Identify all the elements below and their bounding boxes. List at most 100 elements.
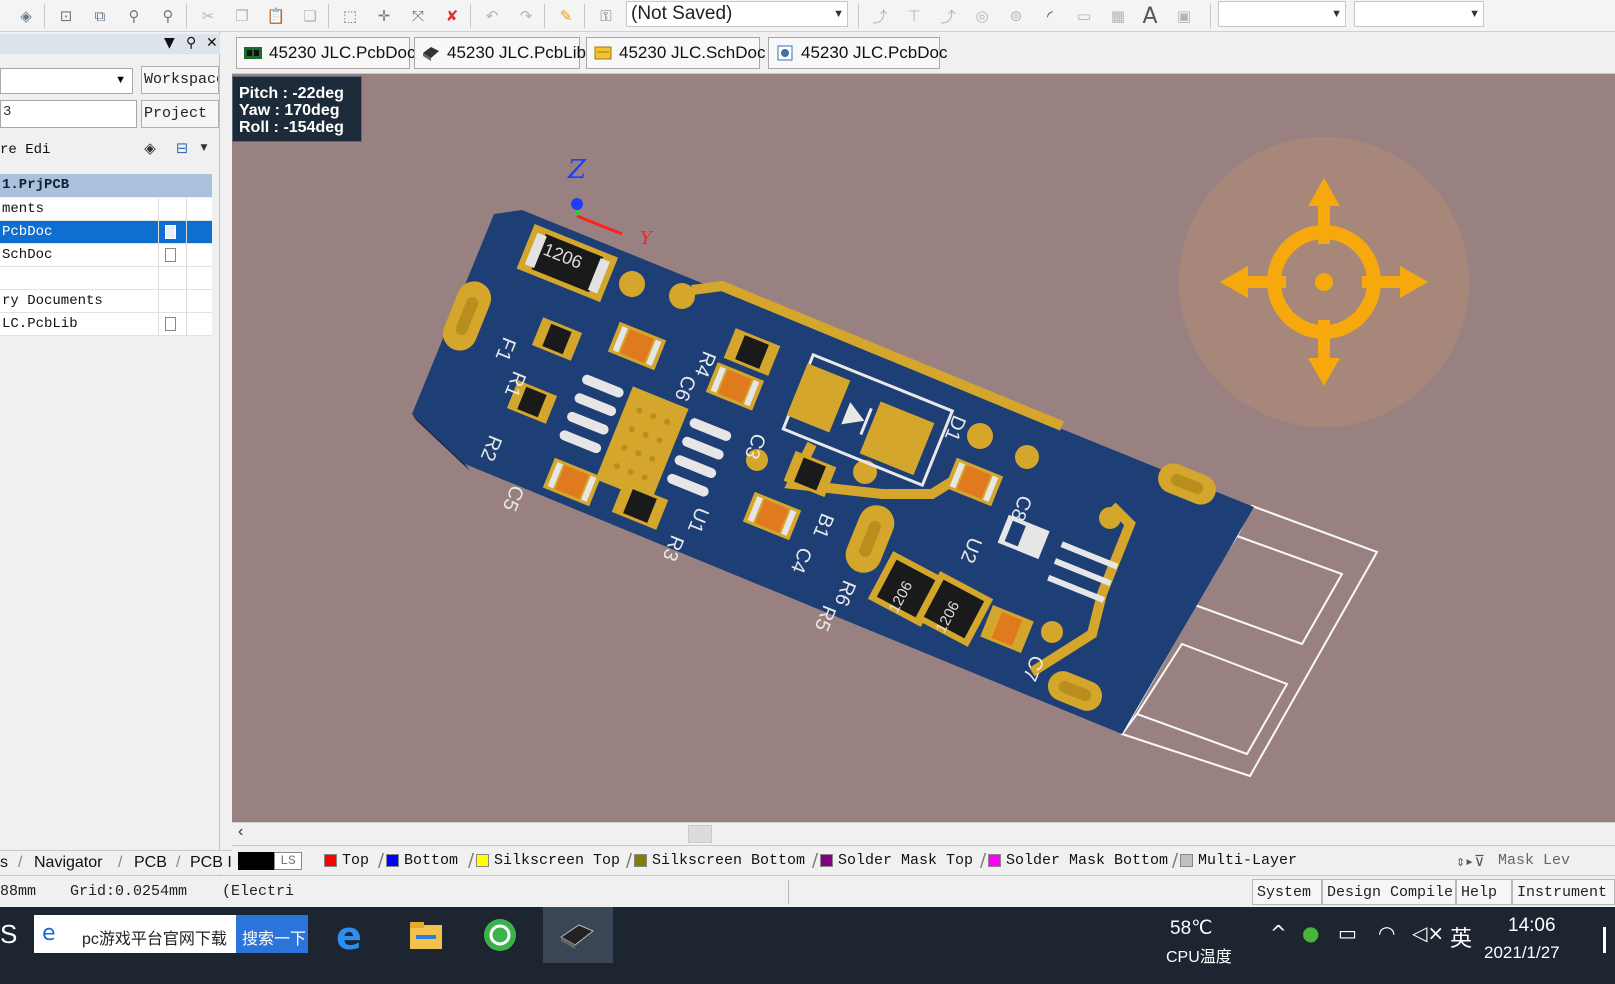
component-icon[interactable]: ▣	[1172, 4, 1196, 28]
tab-projects[interactable]: s	[0, 854, 8, 872]
horizontal-scrollbar[interactable]: ‹	[232, 822, 1615, 844]
start-icon[interactable]: S	[0, 919, 17, 950]
design-compiler-button[interactable]: Design Compiler	[1322, 879, 1456, 905]
filter-icon[interactable]: ⇕▸⊽	[1456, 852, 1485, 874]
internet-explorer-icon[interactable]: e	[332, 914, 372, 958]
paste-icon[interactable]: 📋	[264, 4, 288, 28]
project-options-icon[interactable]: ⊟	[170, 136, 194, 160]
panel-header: ▼ ⚲ ✕	[0, 34, 220, 54]
security-tray-icon[interactable]: ●	[1302, 921, 1319, 945]
scroll-left-icon[interactable]: ‹	[238, 823, 243, 841]
project-input[interactable]: 3	[0, 100, 137, 128]
project-node[interactable]: 1.PrjPCB	[0, 174, 212, 197]
project-button[interactable]: Project	[141, 100, 219, 128]
close-icon[interactable]: ✕	[206, 35, 218, 51]
help-button[interactable]: Help	[1456, 879, 1512, 905]
tab-divider: /	[176, 854, 181, 871]
chevron-down-icon: ▼	[1469, 8, 1480, 20]
mask-level-label[interactable]: Mask Lev	[1498, 852, 1570, 874]
route-icon[interactable]: ⤴	[868, 4, 892, 28]
tab-navigator[interactable]: Navigator	[34, 854, 102, 872]
search-button[interactable]: 搜索一下	[236, 915, 308, 953]
layer-tab-silkscreen-top[interactable]: / Silkscreen Top	[468, 850, 620, 874]
view-structure-icon[interactable]: ◈	[138, 136, 162, 160]
tab-pcb-inspector[interactable]: PCB I	[190, 854, 232, 872]
volume-muted-icon[interactable]: ◁×	[1412, 921, 1444, 945]
redo-icon[interactable]: ↷	[514, 4, 538, 28]
fanout-icon[interactable]: ⊤	[902, 4, 926, 28]
chevron-down-icon[interactable]: ▼	[192, 136, 216, 160]
select-rect-icon[interactable]: ⬚	[338, 4, 362, 28]
system-button[interactable]: System	[1252, 879, 1322, 905]
zoom-filtered-icon[interactable]: ⚲	[156, 4, 180, 28]
altium-taskbar-button[interactable]	[543, 907, 613, 963]
tree-row-schdoc[interactable]: SchDoc	[0, 244, 212, 267]
status-divider	[788, 880, 789, 904]
layer-tab-bottom[interactable]: / Bottom	[378, 850, 458, 874]
copy-icon[interactable]: ❐	[230, 4, 254, 28]
instruments-button[interactable]: Instrument	[1512, 879, 1615, 905]
taskbar-search-input[interactable]: e pc游戏平台官网下载	[34, 915, 236, 953]
pin-icon[interactable]: ⚲	[186, 35, 196, 51]
inspector-icon[interactable]: ⚿	[594, 4, 618, 28]
tab-pcbdoc[interactable]: 45230 JLC.PcbDoc	[236, 37, 415, 69]
fill-icon[interactable]: ▭	[1072, 4, 1096, 28]
scroll-thumb[interactable]	[688, 825, 712, 843]
via-icon[interactable]: ◎	[970, 4, 994, 28]
undo-icon[interactable]: ↶	[480, 4, 504, 28]
layer-tab-silkscreen-bottom[interactable]: / Silkscreen Bottom	[626, 850, 806, 874]
tab-divider: /	[468, 850, 475, 871]
show-desktop-button[interactable]	[1603, 927, 1606, 953]
wifi-icon[interactable]: ◠	[1378, 921, 1395, 945]
tab-pcb[interactable]: PCB	[134, 854, 167, 872]
tree-row[interactable]	[0, 267, 212, 290]
zoom-area-icon[interactable]: ⧉	[88, 4, 112, 28]
tree-row-pcbdoc[interactable]: PcbDoc	[0, 221, 212, 244]
document-combo[interactable]: (Not Saved) ▼	[626, 1, 848, 27]
layer-set-button[interactable]: LS	[274, 852, 302, 870]
layer-combo[interactable]: ▼	[1218, 1, 1346, 27]
tab-pcblib[interactable]: 45230 JLC.PcbLib	[414, 37, 586, 69]
workspace-button[interactable]: Workspace	[141, 66, 219, 94]
clock-time[interactable]: 14:06	[1508, 915, 1556, 937]
tree-row[interactable]: ments	[0, 198, 212, 221]
layers-icon[interactable]: ◈	[14, 4, 38, 28]
toolbar-separator	[584, 4, 585, 28]
current-layer-color[interactable]	[238, 852, 274, 870]
tray-expand-icon[interactable]: ^	[1270, 921, 1287, 945]
zoom-selected-icon[interactable]: ⚲	[122, 4, 146, 28]
tab-label: 45230 JLC.PcbDoc	[269, 43, 416, 62]
pcb-3d-viewport[interactable]: F1 R1 R2 C5 R4 C6 C3 D1 U1 R3 B1 C4 R6 R…	[232, 74, 1615, 822]
battery-icon[interactable]: ▭	[1338, 921, 1357, 945]
layer-label: Silkscreen Bottom	[652, 852, 806, 869]
cut-icon[interactable]: ✂	[196, 4, 220, 28]
polygon-icon[interactable]: ▦	[1106, 4, 1130, 28]
workspace-combo[interactable]: ▼	[0, 68, 133, 94]
layer-tab-top[interactable]: Top	[324, 852, 369, 874]
move-icon[interactable]: ✛	[372, 4, 396, 28]
axis-z-label: Z	[567, 155, 587, 185]
file-explorer-icon[interactable]	[406, 915, 446, 955]
clear-icon[interactable]: ✘	[440, 4, 464, 28]
diff-pair-icon[interactable]: ⤴	[936, 4, 960, 28]
browser-360-icon[interactable]	[480, 915, 520, 955]
paste-array-icon[interactable]: ❏	[298, 4, 322, 28]
dropdown-icon[interactable]: ▼	[164, 35, 175, 51]
ime-indicator[interactable]: 英	[1450, 921, 1472, 953]
layer-tab-solder-mask-bottom[interactable]: / Solder Mask Bottom	[980, 850, 1168, 874]
tab-label: 45230 JLC.SchDoc	[619, 43, 766, 62]
pad-icon[interactable]: ⊚	[1004, 4, 1028, 28]
layer-tab-solder-mask-top[interactable]: / Solder Mask Top	[812, 850, 973, 874]
clock-date[interactable]: 2021/1/27	[1484, 943, 1560, 963]
string-icon[interactable]: A	[1138, 4, 1162, 29]
arc-icon[interactable]: ◜	[1038, 4, 1062, 28]
tree-row-library-documents[interactable]: ry Documents	[0, 290, 212, 313]
mode-combo[interactable]: ▼	[1354, 1, 1484, 27]
layer-tab-multi-layer[interactable]: / Multi-Layer	[1172, 850, 1297, 874]
zoom-fit-icon[interactable]: ⊡	[54, 4, 78, 28]
deselect-icon[interactable]: ⤧	[406, 4, 430, 28]
tab-pcbdoc-3d[interactable]: 45230 JLC.PcbDoc	[768, 37, 947, 69]
tree-row-pcblib[interactable]: LC.PcbLib	[0, 313, 212, 336]
tab-schdoc[interactable]: 45230 JLC.SchDoc	[586, 37, 765, 69]
highlight-icon[interactable]: ✎	[554, 4, 578, 28]
